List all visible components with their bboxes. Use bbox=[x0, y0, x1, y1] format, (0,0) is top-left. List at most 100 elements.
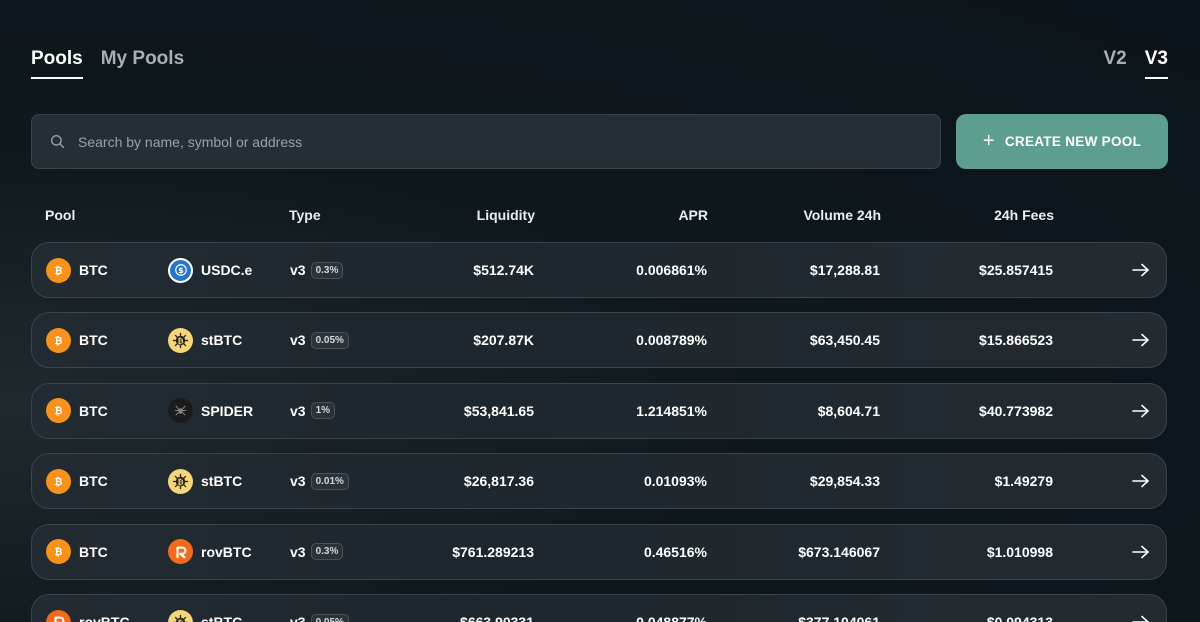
fee-tier-badge: 0.3% bbox=[310, 261, 344, 279]
pool-version: v3 bbox=[290, 543, 306, 560]
pool-fees-24h: $25.857415 bbox=[979, 262, 1053, 278]
pool-row[interactable]: ₿ BTC ₿ stBTC v3 0.01% $26,817.36 0.01093% $29,8… bbox=[31, 453, 1167, 510]
pool-version: v3 bbox=[290, 262, 306, 278]
rovbtc-icon bbox=[168, 539, 193, 565]
stbtc-icon: ₿ bbox=[168, 327, 193, 353]
pool-type: v3 0.3% bbox=[290, 243, 344, 297]
spider-icon bbox=[168, 398, 193, 424]
pool-token0: ₿ BTC bbox=[46, 243, 108, 297]
pool-apr: 0.008789% bbox=[636, 332, 707, 349]
pool-token1: ₿ stBTC bbox=[168, 595, 242, 622]
pool-version: v3 bbox=[290, 614, 306, 622]
fee-tier-badge: 0.3% bbox=[310, 543, 344, 561]
svg-text:₿: ₿ bbox=[177, 477, 183, 486]
search-icon bbox=[50, 134, 65, 149]
pool-volume-24h: $377.104061 bbox=[798, 614, 880, 622]
pool-apr: 0.006861% bbox=[636, 262, 707, 278]
pool-token0: rovBTC bbox=[46, 595, 130, 622]
svg-text:₿: ₿ bbox=[55, 336, 63, 347]
arrow-right-icon[interactable] bbox=[1132, 243, 1150, 297]
plus-icon: + bbox=[982, 129, 995, 152]
pool-token1: ₿ stBTC bbox=[168, 454, 242, 508]
column-header-apr[interactable]: APR bbox=[678, 207, 708, 223]
column-header-type[interactable]: Type bbox=[289, 207, 321, 223]
pool-fees-24h: $40.773982 bbox=[979, 402, 1053, 419]
pool-liquidity: $207.87K bbox=[473, 332, 534, 349]
fee-tier-badge: 1% bbox=[310, 402, 336, 420]
pool-apr: 0.01093% bbox=[643, 473, 707, 490]
svg-text:₿: ₿ bbox=[55, 477, 63, 488]
arrow-right-icon[interactable] bbox=[1132, 525, 1150, 579]
search-input[interactable] bbox=[78, 115, 940, 168]
fee-tier-badge: 0.05% bbox=[310, 613, 349, 622]
tab-my-pools[interactable]: My Pools bbox=[101, 48, 184, 77]
pool-token0: ₿ BTC bbox=[46, 525, 108, 579]
version-v2-tab[interactable]: V2 bbox=[1104, 48, 1127, 79]
stbtc-icon: ₿ bbox=[168, 609, 193, 622]
svg-text:₿: ₿ bbox=[55, 547, 63, 558]
pool-type: v3 0.01% bbox=[290, 454, 349, 508]
pool-type: v3 0.05% bbox=[290, 595, 349, 622]
pool-version: v3 bbox=[290, 473, 306, 490]
column-header-liquidity[interactable]: Liquidity bbox=[477, 207, 535, 223]
pool-token0-symbol: BTC bbox=[79, 543, 108, 560]
pool-type: v3 0.3% bbox=[290, 525, 344, 579]
pool-token1: ₿ stBTC bbox=[168, 313, 242, 367]
pool-token1-symbol: stBTC bbox=[201, 332, 243, 349]
pool-fees-24h: $1.49279 bbox=[994, 473, 1053, 490]
pool-token1-symbol: rovBTC bbox=[201, 543, 252, 560]
pool-liquidity: $512.74K bbox=[473, 262, 534, 278]
tab-pools[interactable]: Pools bbox=[31, 48, 83, 79]
pool-fees-24h: $15.866523 bbox=[979, 332, 1053, 349]
column-header-volume-24h[interactable]: Volume 24h bbox=[803, 207, 881, 223]
fee-tier-badge: 0.01% bbox=[310, 472, 349, 490]
stbtc-icon: ₿ bbox=[168, 468, 193, 494]
usdc-icon: $ bbox=[168, 257, 193, 283]
svg-text:$: $ bbox=[178, 266, 183, 275]
pool-version: v3 bbox=[290, 402, 306, 419]
pool-liquidity: $761.289213 bbox=[452, 543, 534, 560]
arrow-right-icon[interactable] bbox=[1132, 384, 1150, 438]
pool-version: v3 bbox=[290, 332, 306, 349]
pool-token0-symbol: BTC bbox=[79, 473, 108, 490]
pool-volume-24h: $17,288.81 bbox=[809, 262, 880, 278]
pool-row[interactable]: ₿ BTC rovBTC v3 0.3% $761.289213 0.46516% $673.… bbox=[31, 523, 1167, 580]
pool-row[interactable]: ₿ BTC $ USDC.e v3 0.3% $512.74K 0.006861% $17,28… bbox=[31, 242, 1167, 298]
search-bar bbox=[31, 114, 941, 169]
btc-icon: ₿ bbox=[46, 398, 71, 424]
pool-row[interactable]: rovBTC ₿ stBTC v3 0.05% $663.90331 0.048877% $3… bbox=[31, 594, 1167, 622]
create-new-pool-button[interactable]: + CREATE NEW POOL bbox=[956, 114, 1168, 169]
pool-fees-24h: $0.094313 bbox=[986, 614, 1053, 622]
arrow-right-icon[interactable] bbox=[1132, 454, 1150, 508]
version-switch: V2 V3 bbox=[1104, 48, 1168, 79]
pool-token0-symbol: BTC bbox=[79, 262, 108, 278]
pool-token1: $ USDC.e bbox=[168, 243, 252, 297]
version-v3-tab[interactable]: V3 bbox=[1144, 48, 1168, 79]
pool-volume-24h: $673.146067 bbox=[798, 543, 880, 560]
pool-type: v3 0.05% bbox=[290, 313, 349, 367]
pool-type: v3 1% bbox=[290, 384, 336, 438]
pool-token1: rovBTC bbox=[168, 525, 252, 579]
pool-token0: ₿ BTC bbox=[46, 313, 108, 367]
pool-token0: ₿ BTC bbox=[46, 384, 108, 438]
arrow-right-icon[interactable] bbox=[1132, 313, 1150, 367]
pool-apr: 1.214851% bbox=[636, 402, 707, 419]
create-new-pool-label: CREATE NEW POOL bbox=[1004, 134, 1142, 149]
column-header-24h-fees[interactable]: 24h Fees bbox=[994, 207, 1054, 223]
btc-icon: ₿ bbox=[46, 257, 71, 283]
pool-row[interactable]: ₿ BTC ₿ stBTC v3 0.05% $207.87K 0.008789% $63,45… bbox=[31, 312, 1167, 369]
pool-token0-symbol: BTC bbox=[79, 402, 108, 419]
column-header-pool[interactable]: Pool bbox=[45, 207, 75, 223]
pool-fees-24h: $1.010998 bbox=[986, 543, 1053, 560]
rovbtc-icon bbox=[46, 609, 71, 622]
pool-row[interactable]: ₿ BTC SPIDER v3 1% $53,841.65 1.214851% $8,604.… bbox=[31, 382, 1167, 439]
svg-text:₿: ₿ bbox=[55, 266, 63, 277]
svg-text:₿: ₿ bbox=[55, 406, 63, 417]
table-header: Pool Type Liquidity APR Volume 24h 24h F… bbox=[0, 207, 1200, 227]
pool-liquidity: $663.90331 bbox=[460, 614, 534, 622]
btc-icon: ₿ bbox=[46, 327, 71, 353]
svg-text:₿: ₿ bbox=[177, 618, 183, 622]
pool-token1: SPIDER bbox=[168, 384, 253, 438]
pool-liquidity: $53,841.65 bbox=[463, 402, 534, 419]
arrow-right-icon[interactable] bbox=[1132, 595, 1150, 622]
